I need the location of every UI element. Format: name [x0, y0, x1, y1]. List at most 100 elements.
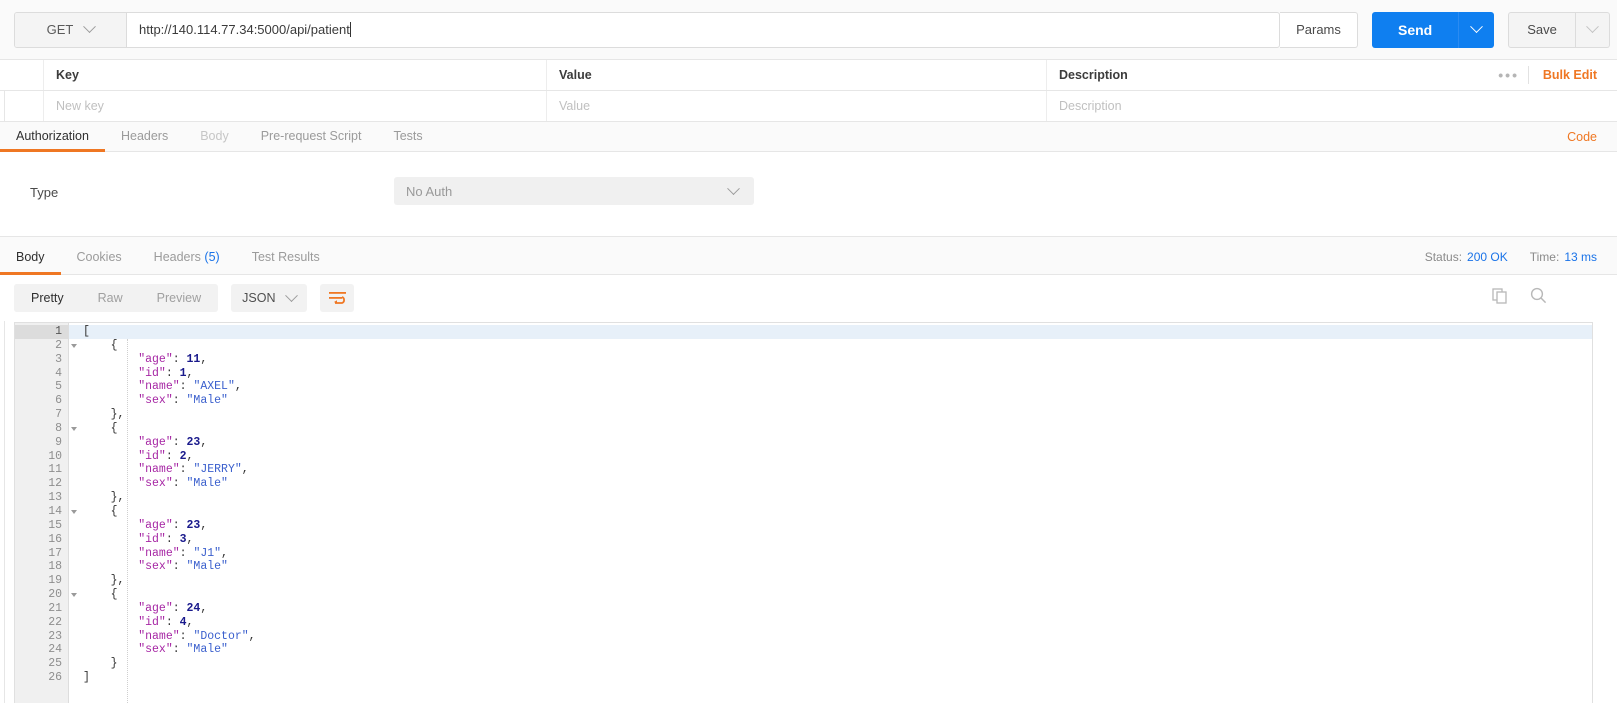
line-number: 4	[55, 366, 62, 380]
code-token: }	[83, 657, 118, 671]
auth-type-value: No Auth	[406, 183, 453, 199]
line-number: 12	[48, 477, 62, 491]
code-token: :	[165, 449, 180, 463]
response-meta: Status: 200 OK Time: 13 ms	[1425, 250, 1597, 264]
http-method-dropdown[interactable]: GET	[15, 12, 127, 47]
tab-response-cookies[interactable]: Cookies	[61, 250, 138, 274]
chevron-down-icon	[1470, 20, 1484, 34]
save-button[interactable]: Save	[1508, 11, 1576, 48]
code-token: },	[83, 574, 125, 588]
word-wrap-toggle[interactable]	[320, 284, 355, 312]
format-select[interactable]: JSON	[231, 284, 308, 312]
chevron-down-icon	[83, 20, 97, 34]
code-lines: [ { "age": 11, "id": 1, "name": "AXEL", …	[69, 325, 1592, 685]
line-number: 23	[48, 629, 62, 643]
url-input[interactable]: http://140.114.77.34:5000/api/patient	[127, 13, 1279, 47]
url-text: http://140.114.77.34:5000/api/patient	[139, 22, 350, 37]
new-key-input[interactable]: New key	[44, 91, 547, 121]
view-mode-pretty[interactable]: Pretty	[14, 284, 81, 312]
tab-response-body[interactable]: Body	[0, 250, 61, 275]
tab-response-headers[interactable]: Headers (5)	[138, 250, 236, 274]
code-line: "name": "JERRY",	[69, 463, 1592, 477]
code-token: 1	[179, 366, 187, 380]
code-token: :	[172, 477, 187, 491]
code-line: "age": 11,	[69, 353, 1592, 367]
code-line: }	[69, 657, 1592, 671]
indent-guide	[127, 339, 128, 703]
tab-headers[interactable]: Headers	[105, 129, 184, 151]
more-options-icon[interactable]: •••	[1498, 67, 1519, 83]
code-line: "id": 2,	[69, 450, 1592, 464]
code-token: ,	[234, 380, 242, 394]
copy-icon[interactable]	[1492, 287, 1508, 309]
code-line: "id": 3,	[69, 533, 1592, 547]
request-tabs: Authorization Headers Body Pre-request S…	[0, 122, 1617, 152]
send-options-button[interactable]	[1458, 11, 1495, 48]
code-line: "sex": "Male"	[69, 560, 1592, 574]
json-code-area[interactable]: [ { "age": 11, "id": 1, "name": "AXEL", …	[69, 323, 1592, 703]
code-line: },	[69, 408, 1592, 422]
code-token: {	[83, 504, 118, 518]
new-description-input[interactable]: Description	[1047, 91, 1617, 121]
code-line: "id": 4,	[69, 616, 1592, 630]
code-token: "Male"	[186, 560, 228, 574]
save-options-button[interactable]	[1575, 11, 1610, 48]
tab-tests[interactable]: Tests	[377, 129, 438, 151]
chevron-down-icon	[285, 288, 299, 302]
tab-test-results[interactable]: Test Results	[236, 250, 336, 274]
code-link[interactable]: Code	[1567, 130, 1597, 144]
code-line: },	[69, 491, 1592, 505]
code-token: "name"	[83, 380, 180, 394]
code-token: "id"	[83, 366, 166, 380]
new-value-input[interactable]: Value	[547, 91, 1047, 121]
response-body-viewer: 1 2 3 4 5 6 7 8 9 10 11 12 13 14 15 16 17 18 19 20 21 22 23 24 2…	[14, 322, 1593, 703]
bulk-edit-link[interactable]: Bulk Edit	[1543, 68, 1597, 82]
send-button[interactable]: Send	[1372, 11, 1459, 48]
auth-type-select[interactable]: No Auth	[394, 177, 754, 205]
line-number: 2	[15, 339, 77, 353]
tab-pre-request-script[interactable]: Pre-request Script	[245, 129, 378, 151]
code-token: :	[179, 463, 194, 477]
http-method-label: GET	[46, 22, 74, 37]
code-token: 3	[179, 532, 187, 546]
line-number: 15	[48, 518, 62, 532]
code-token: "Male"	[186, 643, 228, 657]
text-cursor	[349, 22, 351, 37]
search-icon[interactable]	[1530, 287, 1547, 309]
code-token: "JERRY"	[193, 463, 242, 477]
code-token: :	[165, 366, 180, 380]
time-label: Time:	[1529, 250, 1560, 264]
code-token: ,	[200, 435, 208, 449]
code-token: :	[172, 352, 187, 366]
params-button[interactable]: Params	[1280, 11, 1358, 48]
code-line: },	[69, 574, 1592, 588]
code-line: "age": 23,	[69, 519, 1592, 533]
line-number-gutter: 1 2 3 4 5 6 7 8 9 10 11 12 13 14 15 16 17 18 19 20 21 22 23 24 2…	[15, 323, 77, 703]
tab-response-headers-label: Headers	[153, 250, 201, 264]
status-value: 200 OK	[1467, 250, 1508, 264]
code-token: "J1"	[193, 546, 222, 560]
line-number: 11	[48, 463, 62, 477]
line-number: 9	[55, 435, 62, 449]
code-token: :	[172, 643, 187, 657]
code-token: ,	[200, 518, 208, 532]
view-mode-preview[interactable]: Preview	[140, 284, 218, 312]
postman-app: GET http://140.114.77.34:5000/api/patien…	[0, 0, 1617, 703]
code-line: "sex": "Male"	[69, 394, 1592, 408]
code-line: {	[69, 339, 1592, 353]
line-number: 14	[15, 505, 77, 519]
code-token: 23	[186, 518, 201, 532]
code-line: "name": "AXEL",	[69, 380, 1592, 394]
code-token: :	[179, 380, 194, 394]
tab-body[interactable]: Body	[184, 129, 245, 151]
row-checkbox-cell[interactable]	[0, 91, 44, 121]
view-mode-raw[interactable]: Raw	[81, 284, 140, 312]
body-toolbar-actions	[1492, 287, 1603, 309]
auth-type-label: Type	[30, 185, 59, 200]
code-line: "name": "J1",	[69, 547, 1592, 561]
line-number: 5	[55, 380, 62, 394]
code-token: {	[83, 588, 118, 602]
code-token: "id"	[83, 615, 166, 629]
tab-authorization[interactable]: Authorization	[0, 129, 105, 152]
code-token: :	[172, 435, 187, 449]
